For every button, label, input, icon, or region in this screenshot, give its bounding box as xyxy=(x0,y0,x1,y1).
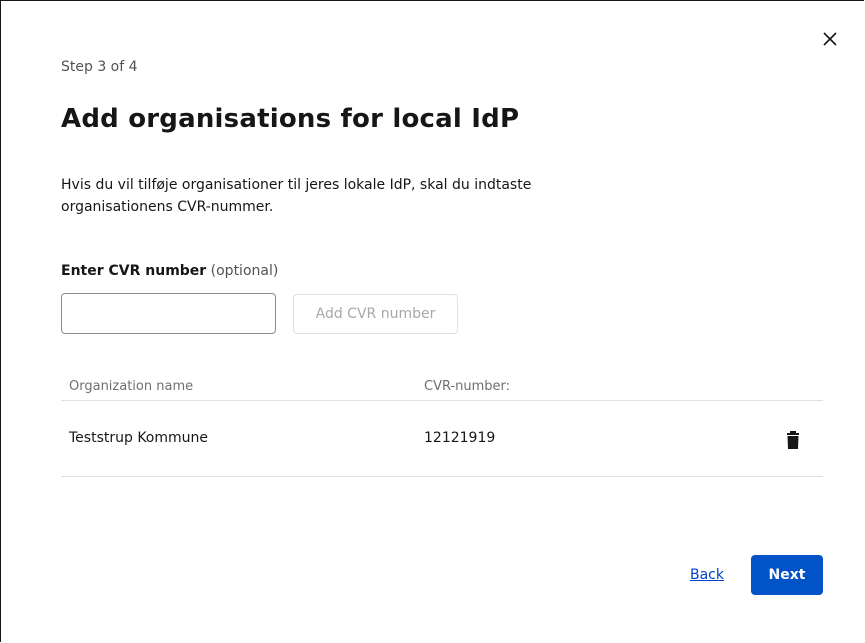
cvr-field-label: Enter CVR number (optional) xyxy=(61,263,278,279)
organisations-table: Organization name CVR-number: Teststrup … xyxy=(61,371,823,477)
organization-name-cell: Teststrup Kommune xyxy=(69,430,209,446)
next-button[interactable]: Next xyxy=(751,555,823,595)
cvr-label-optional: (optional) xyxy=(210,263,279,279)
column-header-cvr: CVR-number: xyxy=(424,379,511,394)
close-button[interactable] xyxy=(818,27,842,51)
table-header: Organization name CVR-number: xyxy=(61,371,823,401)
cvr-number-input[interactable] xyxy=(61,293,276,334)
delete-row-button[interactable] xyxy=(783,428,803,452)
table-row: Teststrup Kommune 12121919 xyxy=(61,401,823,477)
cvr-number-cell: 12121919 xyxy=(424,430,496,446)
dialog-description: Hvis du vil tilføje organisationer til j… xyxy=(61,177,532,215)
close-icon xyxy=(823,32,837,46)
add-cvr-button[interactable]: Add CVR number xyxy=(293,294,458,334)
trash-icon xyxy=(787,431,799,449)
dialog-title: Add organisations for local IdP xyxy=(61,104,520,134)
step-indicator: Step 3 of 4 xyxy=(61,59,138,75)
back-link[interactable]: Back xyxy=(690,567,724,583)
cvr-label-text: Enter CVR number xyxy=(61,263,207,279)
column-header-name: Organization name xyxy=(69,379,194,394)
modal-dialog: Step 3 of 4 Add organisations for local … xyxy=(0,0,864,642)
